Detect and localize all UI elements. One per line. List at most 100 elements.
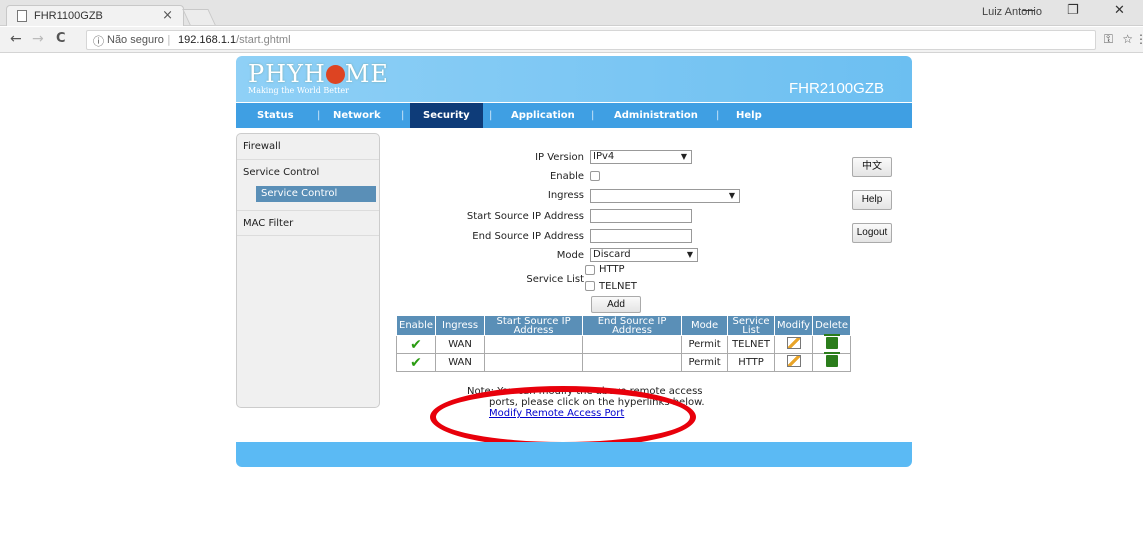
forward-icon[interactable]: → bbox=[32, 31, 44, 47]
logo-text-post: ME bbox=[344, 60, 389, 88]
menu-separator: | bbox=[591, 110, 595, 121]
browser-tabstrip: FHR1100GZB × Luiz Antonio — ❐ ✕ bbox=[0, 0, 1143, 26]
row-start-ip bbox=[484, 335, 584, 354]
row-enable: ✔ bbox=[395, 335, 437, 354]
col-modify: Modify bbox=[773, 315, 814, 336]
brand-logo: PHYH ME bbox=[248, 60, 389, 88]
minimize-icon[interactable]: — bbox=[1022, 3, 1035, 18]
menu-separator: | bbox=[489, 110, 493, 121]
sidebar-item-mac-filter[interactable]: MAC Filter bbox=[237, 210, 379, 236]
ingress-label: Ingress bbox=[547, 190, 584, 201]
col-enable: Enable bbox=[395, 315, 437, 336]
brand-slogan: Making the World Better bbox=[248, 86, 349, 95]
start-ip-input[interactable] bbox=[590, 209, 692, 223]
table-row: ✔ WAN Permit TELNET bbox=[395, 334, 851, 354]
info-icon[interactable]: ⓘ bbox=[93, 33, 104, 49]
reload-icon[interactable]: C bbox=[56, 31, 66, 46]
service-http-checkbox[interactable] bbox=[585, 265, 595, 275]
col-service-list: Service List bbox=[727, 315, 775, 336]
service-http-label: HTTP bbox=[599, 264, 625, 275]
language-chinese-button[interactable]: 中文 bbox=[852, 157, 892, 177]
row-modify bbox=[773, 335, 814, 354]
col-start-ip: Start Source IP Address bbox=[484, 315, 584, 336]
col-mode: Mode bbox=[681, 315, 729, 336]
sidebar-item-firewall[interactable]: Firewall bbox=[237, 134, 379, 160]
col-delete: Delete bbox=[812, 315, 851, 336]
ip-version-value: IPv4 bbox=[593, 151, 615, 162]
check-icon: ✔ bbox=[410, 354, 422, 371]
sidebar-subitem-service-control[interactable]: Service Control bbox=[256, 186, 376, 202]
tab-close-icon[interactable]: × bbox=[162, 8, 173, 23]
menu-status[interactable]: Status bbox=[257, 103, 294, 128]
chevron-down-icon: ▼ bbox=[686, 250, 693, 259]
security-status: Não seguro bbox=[107, 34, 164, 46]
row-ingress: WAN bbox=[435, 353, 486, 372]
logout-button[interactable]: Logout bbox=[852, 223, 892, 243]
service-telnet-checkbox[interactable] bbox=[585, 281, 595, 291]
edit-icon[interactable] bbox=[786, 337, 801, 349]
star-icon[interactable]: ☆ bbox=[1122, 32, 1133, 46]
menu-help[interactable]: Help bbox=[736, 103, 762, 128]
service-list-label: Service List bbox=[526, 274, 584, 285]
menu-separator: | bbox=[716, 110, 720, 121]
menu-separator: | bbox=[401, 110, 405, 121]
table-header-row: Enable Ingress Start Source IP Address E… bbox=[395, 315, 851, 336]
ip-version-select[interactable]: IPv4 ▼ bbox=[590, 150, 692, 164]
logo-text-pre: PHYH bbox=[248, 60, 326, 88]
enable-checkbox[interactable] bbox=[590, 171, 600, 181]
key-icon[interactable]: ⚿ bbox=[1104, 32, 1113, 47]
row-ingress: WAN bbox=[435, 335, 486, 354]
help-button[interactable]: Help bbox=[852, 190, 892, 210]
col-end-ip: End Source IP Address bbox=[582, 315, 683, 336]
menu-separator: | bbox=[317, 110, 321, 121]
browser-toolbar: ← → C ⓘ Não seguro | 192.168.1.1/start.g… bbox=[0, 27, 1143, 53]
row-end-ip bbox=[582, 353, 683, 372]
menu-network[interactable]: Network bbox=[333, 103, 381, 128]
device-model: FHR2100GZB bbox=[788, 80, 884, 97]
url-host: 192.168.1.1 bbox=[178, 34, 237, 46]
ingress-select[interactable]: ▼ bbox=[590, 189, 740, 203]
row-delete bbox=[812, 352, 851, 372]
router-banner: PHYH ME Making the World Better FHR2100GZ… bbox=[236, 56, 912, 102]
menu-application[interactable]: Application bbox=[511, 103, 575, 128]
mode-value: Discard bbox=[593, 249, 631, 260]
row-service: TELNET bbox=[727, 335, 775, 354]
address-separator: | bbox=[167, 33, 171, 46]
sidebar: Firewall Service Control Service Control… bbox=[236, 133, 380, 408]
edit-icon[interactable] bbox=[786, 355, 801, 367]
trash-icon[interactable] bbox=[823, 352, 840, 367]
menu-icon[interactable]: ⋮ bbox=[1135, 32, 1143, 46]
logo-o-icon bbox=[325, 65, 345, 84]
mode-select[interactable]: Discard ▼ bbox=[590, 248, 698, 262]
enable-label: Enable bbox=[549, 171, 584, 182]
url-path: /start.ghtml bbox=[236, 34, 291, 46]
row-end-ip bbox=[582, 335, 683, 354]
row-mode: Permit bbox=[681, 335, 729, 354]
check-icon: ✔ bbox=[410, 336, 422, 353]
annotation-ellipse bbox=[430, 386, 696, 448]
footer-bar bbox=[236, 442, 912, 467]
table-row: ✔ WAN Permit HTTP bbox=[395, 352, 851, 372]
end-ip-input[interactable] bbox=[590, 229, 692, 243]
address-bar[interactable]: ⓘ Não seguro | 192.168.1.1/start.ghtml bbox=[86, 30, 1096, 50]
trash-icon[interactable] bbox=[823, 334, 840, 349]
url-text: 192.168.1.1/start.ghtml bbox=[178, 34, 291, 46]
row-start-ip bbox=[484, 353, 584, 372]
menu-administration[interactable]: Administration bbox=[614, 103, 698, 128]
chevron-down-icon: ▼ bbox=[728, 191, 735, 200]
tab-title: FHR1100GZB bbox=[34, 10, 103, 22]
browser-tab[interactable]: FHR1100GZB × bbox=[6, 5, 184, 26]
service-control-table: Enable Ingress Start Source IP Address E… bbox=[395, 315, 851, 372]
back-icon[interactable]: ← bbox=[10, 31, 22, 47]
service-telnet-label: TELNET bbox=[599, 281, 637, 292]
close-window-icon[interactable]: ✕ bbox=[1114, 3, 1125, 18]
add-button[interactable]: Add bbox=[591, 296, 641, 313]
menu-security[interactable]: Security bbox=[410, 103, 483, 128]
page-icon bbox=[17, 10, 27, 22]
restore-icon[interactable]: ❐ bbox=[1067, 3, 1079, 18]
row-modify bbox=[773, 353, 814, 372]
sidebar-item-service-control[interactable]: Service Control bbox=[237, 160, 379, 186]
new-tab-button[interactable] bbox=[182, 9, 216, 25]
row-enable: ✔ bbox=[395, 353, 437, 372]
col-ingress: Ingress bbox=[435, 315, 486, 336]
